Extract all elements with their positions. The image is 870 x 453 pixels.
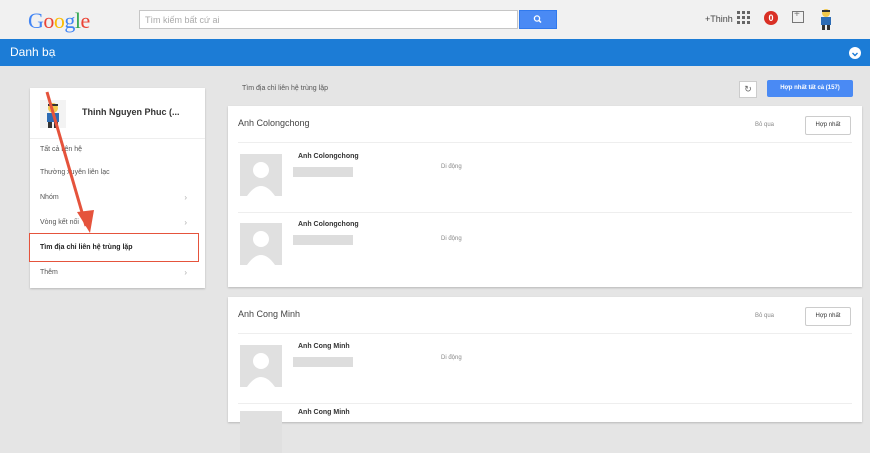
contact-name[interactable]: Anh Cong Minh: [298, 343, 350, 350]
contact-detail-placeholder: [293, 357, 353, 367]
contact-phone-type: Di động: [441, 236, 462, 242]
sidebar-item-label: Thường xuyên liên lạc: [40, 169, 110, 176]
sidebar-item-label: Nhóm: [40, 194, 59, 201]
app-title[interactable]: Danh bạ: [10, 45, 55, 59]
top-bar: Google Tìm kiếm bất cứ ai +Thinh 0: [0, 0, 870, 39]
merge-all-button[interactable]: Hợp nhất tất cả (157): [767, 80, 853, 97]
google-logo[interactable]: Google: [28, 8, 90, 34]
contact-phone-type: Di động: [441, 164, 462, 170]
account-avatar[interactable]: [817, 8, 835, 30]
contact-phone-type: Di động: [441, 355, 462, 361]
chevron-right-icon: ›: [184, 218, 187, 227]
contact-name[interactable]: Anh Cong Minh: [298, 409, 350, 416]
sidebar-item-frequent[interactable]: Thường xuyên liên lạc: [30, 162, 205, 184]
sidebar-item-more[interactable]: Thêm ›: [30, 262, 205, 284]
share-icon[interactable]: [792, 9, 804, 23]
contact-detail-placeholder: [293, 167, 353, 177]
duplicate-group-card: Anh Cong Minh Bỏ qua Hợp nhất Anh Cong M…: [228, 297, 862, 453]
divider: [238, 333, 852, 334]
group-title: Anh Colongchong: [238, 118, 310, 128]
contact-photo: [240, 223, 282, 265]
divider: [238, 403, 852, 404]
app-bar: Danh bạ: [0, 39, 870, 66]
contact-detail-placeholder: [293, 235, 353, 245]
sidebar-item-label: Tất cả liên hệ: [40, 146, 83, 153]
refresh-icon: ↻: [744, 84, 752, 94]
highlight-box: [29, 233, 199, 262]
contact-name[interactable]: Anh Colongchong: [298, 153, 359, 160]
notifications-badge[interactable]: 0: [764, 11, 778, 25]
search-input[interactable]: Tìm kiếm bất cứ ai: [139, 10, 518, 29]
chevron-right-icon: ›: [184, 268, 187, 277]
divider: [238, 142, 852, 143]
skip-button[interactable]: Bỏ qua: [755, 313, 774, 319]
merge-button[interactable]: Hợp nhất: [805, 116, 851, 135]
chevron-right-icon: ›: [184, 193, 187, 202]
divider: [238, 212, 852, 213]
profile-name: Thinh Nguyen Phuc (...: [82, 107, 180, 117]
sidebar-item-label: Vòng kết nối: [40, 219, 79, 226]
search-button[interactable]: [519, 10, 557, 29]
settings-icon[interactable]: [849, 47, 861, 59]
duplicate-group-card: Anh Colongchong Bỏ qua Hợp nhất Anh Colo…: [228, 106, 862, 287]
contact-name[interactable]: Anh Colongchong: [298, 221, 359, 228]
contact-photo: [240, 154, 282, 196]
profile-header: Thinh Nguyen Phuc (...: [30, 88, 205, 139]
section-title: Tìm địa chỉ liên hệ trùng lặp: [242, 85, 328, 92]
sidebar-item-all-contacts[interactable]: Tất cả liên hệ: [30, 139, 205, 161]
profile-avatar: [40, 100, 66, 128]
merge-button[interactable]: Hợp nhất: [805, 307, 851, 326]
apps-grid-icon[interactable]: [737, 11, 751, 25]
search-icon: [533, 15, 542, 24]
sidebar-item-label: Thêm: [40, 269, 58, 276]
sidebar-item-groups[interactable]: Nhóm ›: [30, 187, 205, 209]
contact-photo: [240, 411, 282, 453]
sidebar-item-circles[interactable]: Vòng kết nối ›: [30, 212, 205, 234]
refresh-button[interactable]: ↻: [739, 81, 757, 98]
google-plus-link[interactable]: +Thinh: [705, 14, 733, 24]
contact-photo: [240, 345, 282, 387]
skip-button[interactable]: Bỏ qua: [755, 122, 774, 128]
group-title: Anh Cong Minh: [238, 309, 301, 319]
